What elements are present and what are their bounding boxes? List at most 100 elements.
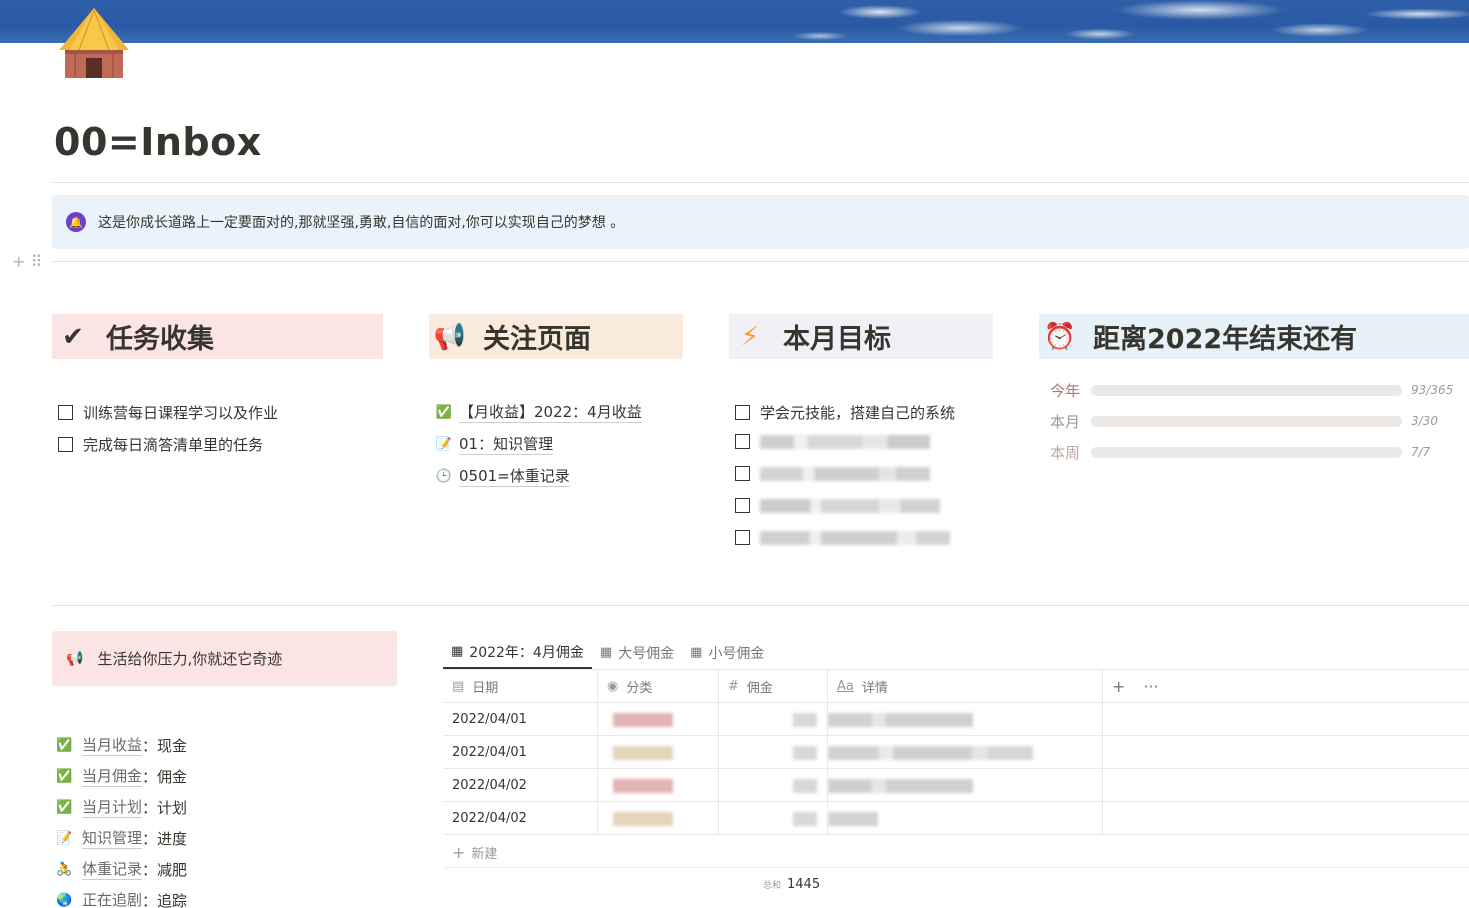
progress-track <box>1091 384 1402 396</box>
callout-bottom[interactable]: 📢 生活给你压力,你就还它奇迹 <box>52 631 397 686</box>
tasks-header: ✔ 任务收集 <box>52 314 383 359</box>
memo-icon: 📝 <box>435 436 453 452</box>
cell-date[interactable]: 2022/04/02 <box>443 802 597 835</box>
memo-icon: 📝 <box>56 830 73 846</box>
checkbox[interactable] <box>735 498 750 513</box>
tab-label: 大号佣金 <box>618 645 675 662</box>
stat-value: 计划 <box>157 798 188 817</box>
page-link[interactable]: ✅ 【月收益】2022：4月收益 <box>435 401 642 423</box>
redacted-tag <box>613 713 673 727</box>
countdown-header: ⏰ 距离2022年结束还有 <box>1039 314 1469 359</box>
globe-icon: 🌏 <box>56 892 73 908</box>
stat-row[interactable]: 📝 知识管理 ： 进度 <box>56 827 187 849</box>
column-header-category[interactable]: ◉ 分类 <box>598 670 718 703</box>
todo-item[interactable]: 完成每日滴答清单里的任务 <box>58 434 263 455</box>
todo-item[interactable] <box>735 466 930 481</box>
tab-view-2[interactable]: ▦ 大号佣金 <box>592 636 682 669</box>
checkmark-chart-icon: ✅ <box>56 768 73 784</box>
column-divider <box>827 669 828 834</box>
progress-value: 93/365 <box>1411 383 1454 397</box>
stat-link[interactable]: 体重记录 <box>82 858 143 880</box>
column-header-commission[interactable]: # 佣金 <box>719 670 827 703</box>
todo-item[interactable]: 学会元技能，搭建自己的系统 <box>735 402 955 423</box>
divider <box>52 182 1469 183</box>
todo-item[interactable] <box>735 530 950 545</box>
stat-row[interactable]: 🌏 正在追剧 ： 追踪 <box>56 889 187 908</box>
todo-item[interactable] <box>735 434 930 449</box>
column-divider <box>597 669 598 834</box>
todo-label: 完成每日滴答清单里的任务 <box>83 436 264 454</box>
checkbox[interactable] <box>735 405 750 420</box>
stat-row[interactable]: ✅ 当月计划 ： 计划 <box>56 796 187 818</box>
more-icon[interactable]: ··· <box>1143 677 1158 696</box>
stat-link[interactable]: 当月计划 <box>82 796 143 818</box>
column-label: 日期 <box>472 681 499 696</box>
stat-row[interactable]: 🚴 体重记录 ： 减肥 <box>56 858 187 880</box>
column-divider <box>718 669 719 834</box>
plus-icon: + <box>452 843 466 862</box>
page-link[interactable]: 📝 01：知识管理 <box>435 433 554 455</box>
column-sum[interactable]: 总和 1445 <box>763 877 820 892</box>
todo-item[interactable]: 训练营每日课程学习以及作业 <box>58 402 278 423</box>
table-icon: ▦ <box>690 645 703 660</box>
redacted-text <box>760 466 930 481</box>
redacted-text <box>760 434 930 449</box>
checkbox[interactable] <box>735 466 750 481</box>
tasks-title: 任务收集 <box>106 324 214 355</box>
tab-label: 2022年：4月佣金 <box>469 644 584 661</box>
select-icon: ◉ <box>607 679 619 694</box>
stat-link[interactable]: 正在追剧 <box>82 889 142 908</box>
stat-row[interactable]: ✅ 当月收益 ： 现金 <box>56 734 187 756</box>
redacted-text <box>828 713 973 727</box>
progress-track <box>1091 446 1402 458</box>
callout-top[interactable]: 🔔 这是你成长道路上一定要面对的,那就坚强,勇敢,自信的面对,你可以实现自己的梦… <box>52 195 1469 249</box>
stat-link[interactable]: 当月收益 <box>82 734 143 756</box>
column-header-details[interactable]: Aa 详情 <box>828 670 1102 703</box>
tab-label: 小号佣金 <box>708 645 765 662</box>
block-handle[interactable]: + ⠿ <box>12 252 42 271</box>
hut-icon[interactable] <box>55 6 133 80</box>
lightning-icon: ⚡ <box>740 321 760 352</box>
checkbox[interactable] <box>58 405 73 420</box>
cell-date[interactable]: 2022/04/02 <box>443 769 597 802</box>
checkbox[interactable] <box>735 434 750 449</box>
callout-text: 生活给你压力,你就还它奇迹 <box>97 650 283 668</box>
divider <box>443 867 1469 868</box>
number-icon: # <box>728 679 739 694</box>
text-icon: Aa <box>837 679 854 694</box>
column-label: 分类 <box>626 681 653 696</box>
add-column-button[interactable]: + ··· <box>1103 670 1223 703</box>
column-header-date[interactable]: ▤ 日期 <box>443 670 597 703</box>
column-divider <box>1102 669 1103 834</box>
redacted-text <box>828 746 1033 760</box>
stat-link[interactable]: 当月佣金 <box>82 765 143 787</box>
redacted-tag <box>613 779 673 793</box>
stat-separator: ： <box>142 829 158 848</box>
new-row-button[interactable]: + 新建 <box>452 843 497 862</box>
cell-date[interactable]: 2022/04/01 <box>443 736 597 769</box>
checkbox[interactable] <box>58 437 73 452</box>
todo-item[interactable] <box>735 498 940 513</box>
todo-label: 学会元技能，搭建自己的系统 <box>760 404 956 422</box>
tab-view-1[interactable]: ▦ 2022年：4月佣金 <box>443 636 592 669</box>
page-link[interactable]: 🕒 0501=体重记录 <box>435 465 570 487</box>
checkmark-chart-icon: ✅ <box>56 799 73 815</box>
progress-label: 今年 <box>1050 381 1081 400</box>
progress-week: 本周 7/7 <box>1050 442 1430 462</box>
divider <box>52 261 1469 262</box>
table-icon: ▦ <box>451 644 464 659</box>
focus-header: 📢 关注页面 <box>429 314 683 359</box>
check-mark-icon: ✔ <box>62 321 84 352</box>
progress-value: 3/30 <box>1411 414 1438 428</box>
stat-link[interactable]: 知识管理 <box>82 827 143 849</box>
stat-row[interactable]: ✅ 当月佣金 ： 佣金 <box>56 765 187 787</box>
redacted-text <box>760 498 940 513</box>
page-title[interactable]: 00=Inbox <box>54 120 262 164</box>
stat-separator: ： <box>142 767 158 786</box>
tab-view-3[interactable]: ▦ 小号佣金 <box>682 636 772 669</box>
progress-label: 本月 <box>1050 412 1081 431</box>
checkbox[interactable] <box>735 530 750 545</box>
page-cover <box>0 0 1469 43</box>
cell-date[interactable]: 2022/04/01 <box>443 703 597 736</box>
page-link-label: 【月收益】2022：4月收益 <box>459 403 642 423</box>
